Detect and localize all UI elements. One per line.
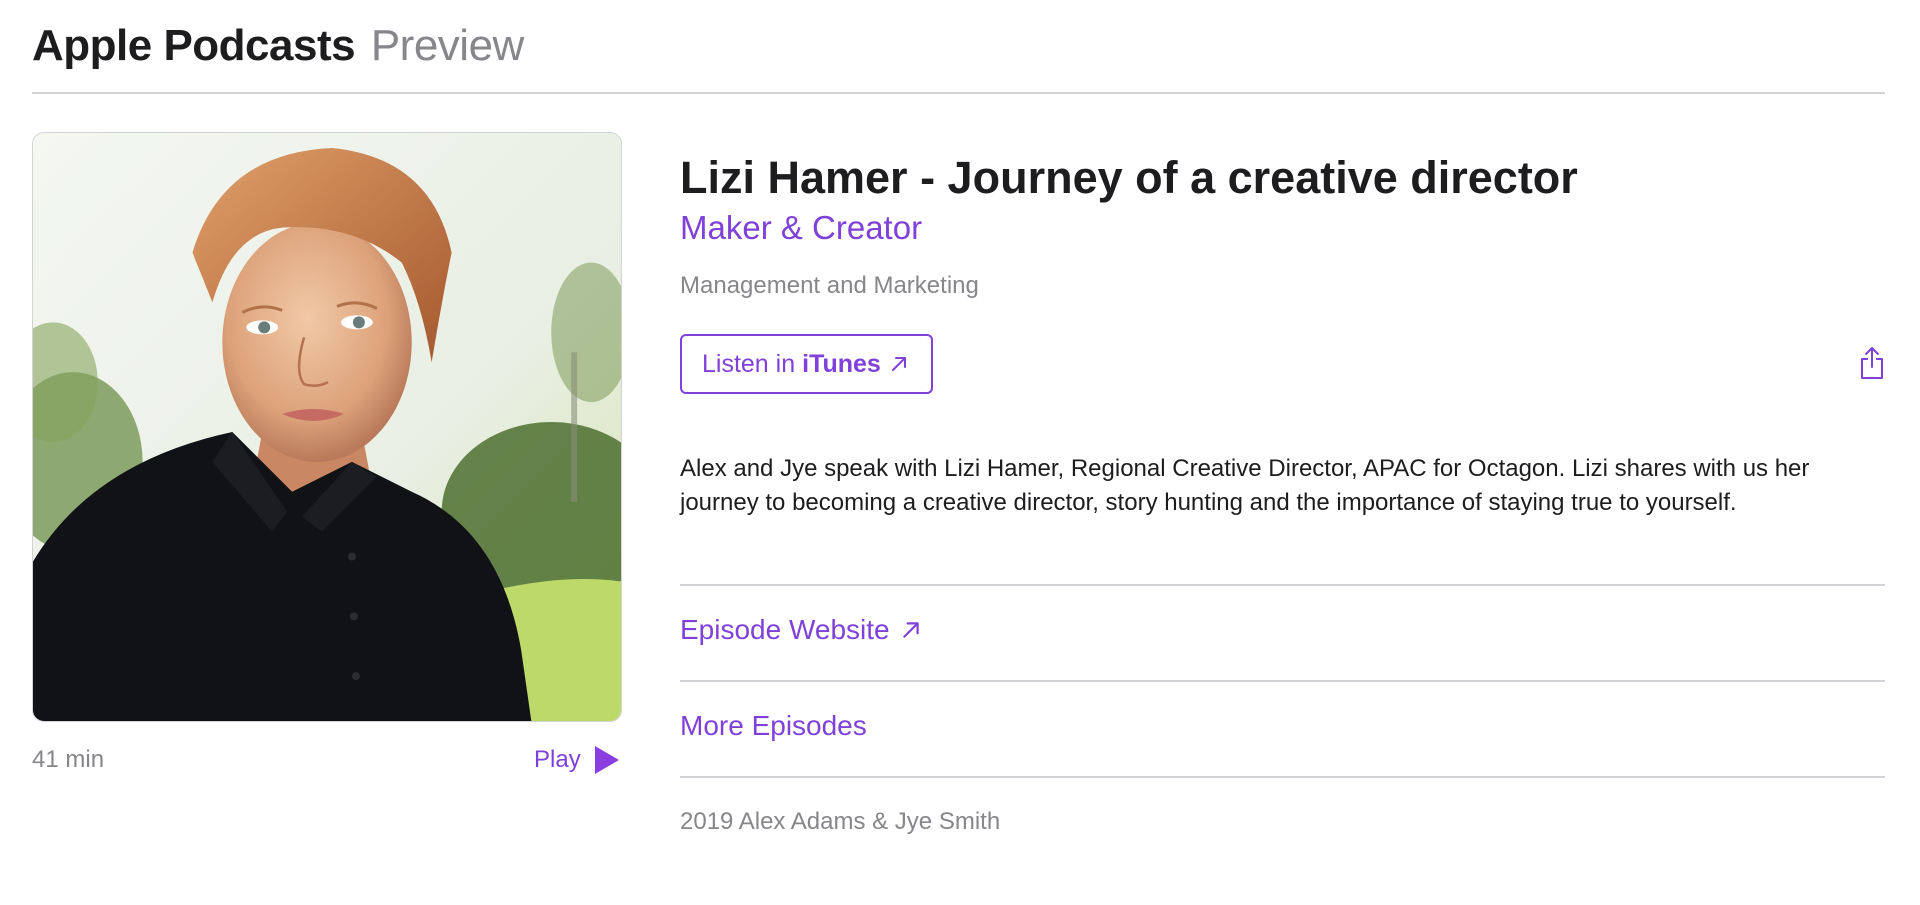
play-label: Play: [534, 746, 581, 773]
brand-logo-text[interactable]: Apple Podcasts Preview: [32, 18, 524, 74]
brand-name: Apple Podcasts: [32, 21, 356, 70]
episode-duration: 41 min: [32, 746, 105, 773]
show-link[interactable]: Maker & Creator: [680, 206, 922, 250]
listen-prefix: Listen in: [702, 349, 796, 378]
external-arrow-icon: [891, 357, 906, 371]
episode-category: Management and Marketing: [680, 272, 979, 299]
episode-title: Lizi Hamer - Journey of a creative direc…: [680, 152, 1578, 203]
share-icon[interactable]: [1859, 346, 1885, 380]
play-button[interactable]: Play: [534, 744, 624, 776]
external-arrow-icon: [902, 622, 919, 638]
brand-suffix: Preview: [370, 21, 525, 70]
episode-artwork: [32, 132, 622, 722]
divider: [680, 776, 1885, 778]
divider: [680, 680, 1885, 682]
listen-app-name: iTunes: [802, 349, 881, 378]
episode-description: Alex and Jye speak with Lizi Hamer, Regi…: [680, 455, 1810, 516]
episode-website-label: Episode Website: [680, 614, 890, 645]
copyright-text: 2019 Alex Adams & Jye Smith: [680, 808, 1001, 835]
artwork-image: [33, 133, 621, 721]
episode-website-link[interactable]: Episode Website: [680, 612, 922, 648]
divider: [680, 584, 1885, 586]
podcast-preview-page: Apple Podcasts Preview 41 min Play Lizi …: [0, 0, 1920, 905]
listen-in-itunes-button[interactable]: Listen in iTunes: [680, 334, 933, 394]
more-episodes-link[interactable]: More Episodes: [680, 708, 867, 744]
more-episodes-label: More Episodes: [680, 710, 867, 741]
play-icon: [594, 746, 619, 774]
page-header: Apple Podcasts Preview: [32, 18, 1885, 94]
